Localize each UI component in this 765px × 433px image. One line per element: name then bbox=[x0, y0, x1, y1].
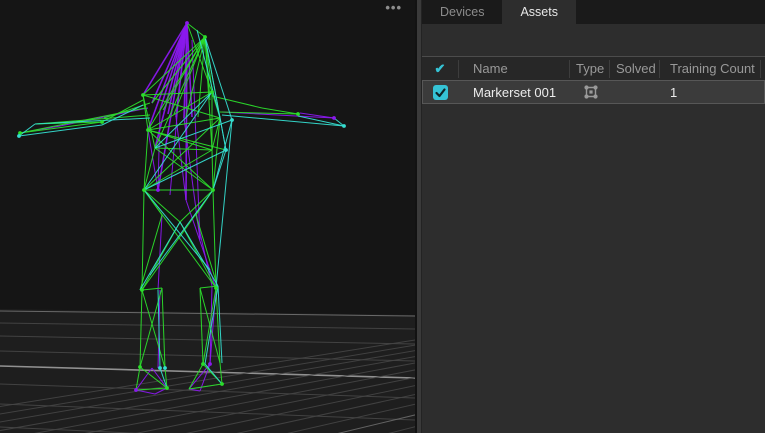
viewport-3d[interactable]: ••• bbox=[0, 0, 415, 433]
asset-enabled-checkbox[interactable] bbox=[433, 85, 448, 100]
checkmark-icon bbox=[434, 86, 447, 99]
panel-tab-bar: Devices Assets bbox=[422, 0, 765, 24]
column-header-solved[interactable]: Solved bbox=[610, 60, 660, 78]
column-header-name[interactable]: Name bbox=[459, 60, 570, 78]
column-header-spacer bbox=[761, 60, 765, 78]
markerset-icon bbox=[583, 84, 599, 100]
ellipsis-icon: ••• bbox=[385, 0, 402, 15]
assets-table-header: ✔ Name Type Solved Training Count bbox=[422, 56, 765, 80]
column-header-type[interactable]: Type bbox=[570, 60, 610, 78]
viewport-menu-button[interactable]: ••• bbox=[385, 0, 402, 16]
column-header-training-count[interactable]: Training Count bbox=[660, 60, 761, 78]
assets-panel: Devices Assets ✔ Name Type Solved Traini… bbox=[422, 0, 765, 433]
assets-table: ✔ Name Type Solved Training Count Marker… bbox=[422, 56, 765, 104]
asset-name: Markerset 001 bbox=[459, 85, 570, 100]
tab-devices[interactable]: Devices bbox=[422, 0, 502, 24]
column-header-checked[interactable]: ✔ bbox=[422, 60, 459, 78]
skeleton-wireframe-scene bbox=[0, 0, 415, 433]
panel-splitter[interactable] bbox=[415, 0, 422, 433]
asset-row-markerset[interactable]: Markerset 001 1 bbox=[422, 80, 765, 104]
tab-assets[interactable]: Assets bbox=[502, 0, 576, 24]
asset-training-count: 1 bbox=[660, 85, 761, 100]
